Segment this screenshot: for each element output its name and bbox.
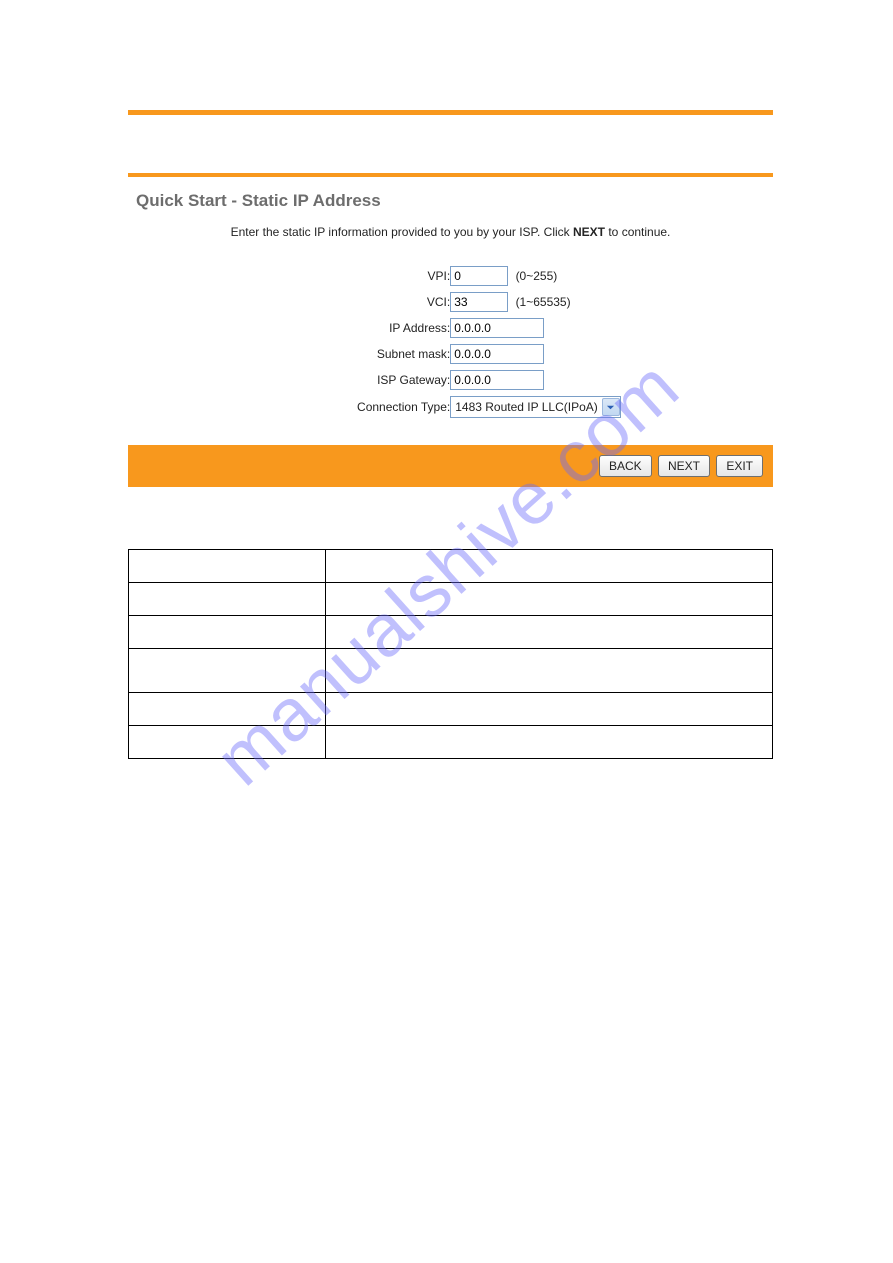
back-button[interactable]: BACK — [599, 455, 652, 477]
table-cell — [129, 616, 326, 649]
vpi-label: VPI: — [280, 263, 450, 289]
table-row — [129, 550, 773, 583]
table-cell — [129, 726, 326, 759]
panel-description: Enter the static IP information provided… — [128, 225, 773, 239]
table-row — [129, 583, 773, 616]
vci-hint: (1~65535) — [516, 295, 571, 309]
vpi-input[interactable] — [450, 266, 508, 286]
table-cell — [129, 649, 326, 693]
description-table — [128, 549, 773, 759]
isp-gateway-label: ISP Gateway: — [280, 367, 450, 393]
table-row — [129, 693, 773, 726]
ip-address-label: IP Address: — [280, 315, 450, 341]
panel-title: Quick Start - Static IP Address — [136, 191, 773, 211]
vci-label: VCI: — [280, 289, 450, 315]
desc-pre: Enter the static IP information provided… — [231, 225, 573, 239]
exit-button[interactable]: EXIT — [716, 455, 763, 477]
next-button[interactable]: NEXT — [658, 455, 710, 477]
desc-bold: NEXT — [573, 225, 605, 239]
top-rule — [128, 110, 773, 115]
table-cell — [129, 693, 326, 726]
table-row — [129, 616, 773, 649]
connection-type-select[interactable]: 1483 Routed IP LLC(IPoA) — [450, 396, 621, 418]
table-row — [129, 726, 773, 759]
table-cell — [326, 583, 773, 616]
static-ip-form: VPI: (0~255) VCI: (1~65535) IP Address: — [280, 263, 621, 421]
table-cell — [129, 550, 326, 583]
table-cell — [326, 616, 773, 649]
table-row — [129, 649, 773, 693]
chevron-down-icon — [602, 398, 620, 416]
table-cell — [326, 550, 773, 583]
table-cell — [326, 693, 773, 726]
subnet-mask-label: Subnet mask: — [280, 341, 450, 367]
connection-type-label: Connection Type: — [280, 393, 450, 421]
button-bar: BACK NEXT EXIT — [128, 445, 773, 487]
connection-type-value: 1483 Routed IP LLC(IPoA) — [455, 400, 602, 414]
desc-post: to continue. — [605, 225, 670, 239]
table-cell — [326, 726, 773, 759]
table-cell — [326, 649, 773, 693]
vci-input[interactable] — [450, 292, 508, 312]
quick-start-panel: Quick Start - Static IP Address Enter th… — [128, 173, 773, 487]
vpi-hint: (0~255) — [516, 269, 558, 283]
ip-address-input[interactable] — [450, 318, 544, 338]
subnet-mask-input[interactable] — [450, 344, 544, 364]
table-cell — [129, 583, 326, 616]
isp-gateway-input[interactable] — [450, 370, 544, 390]
